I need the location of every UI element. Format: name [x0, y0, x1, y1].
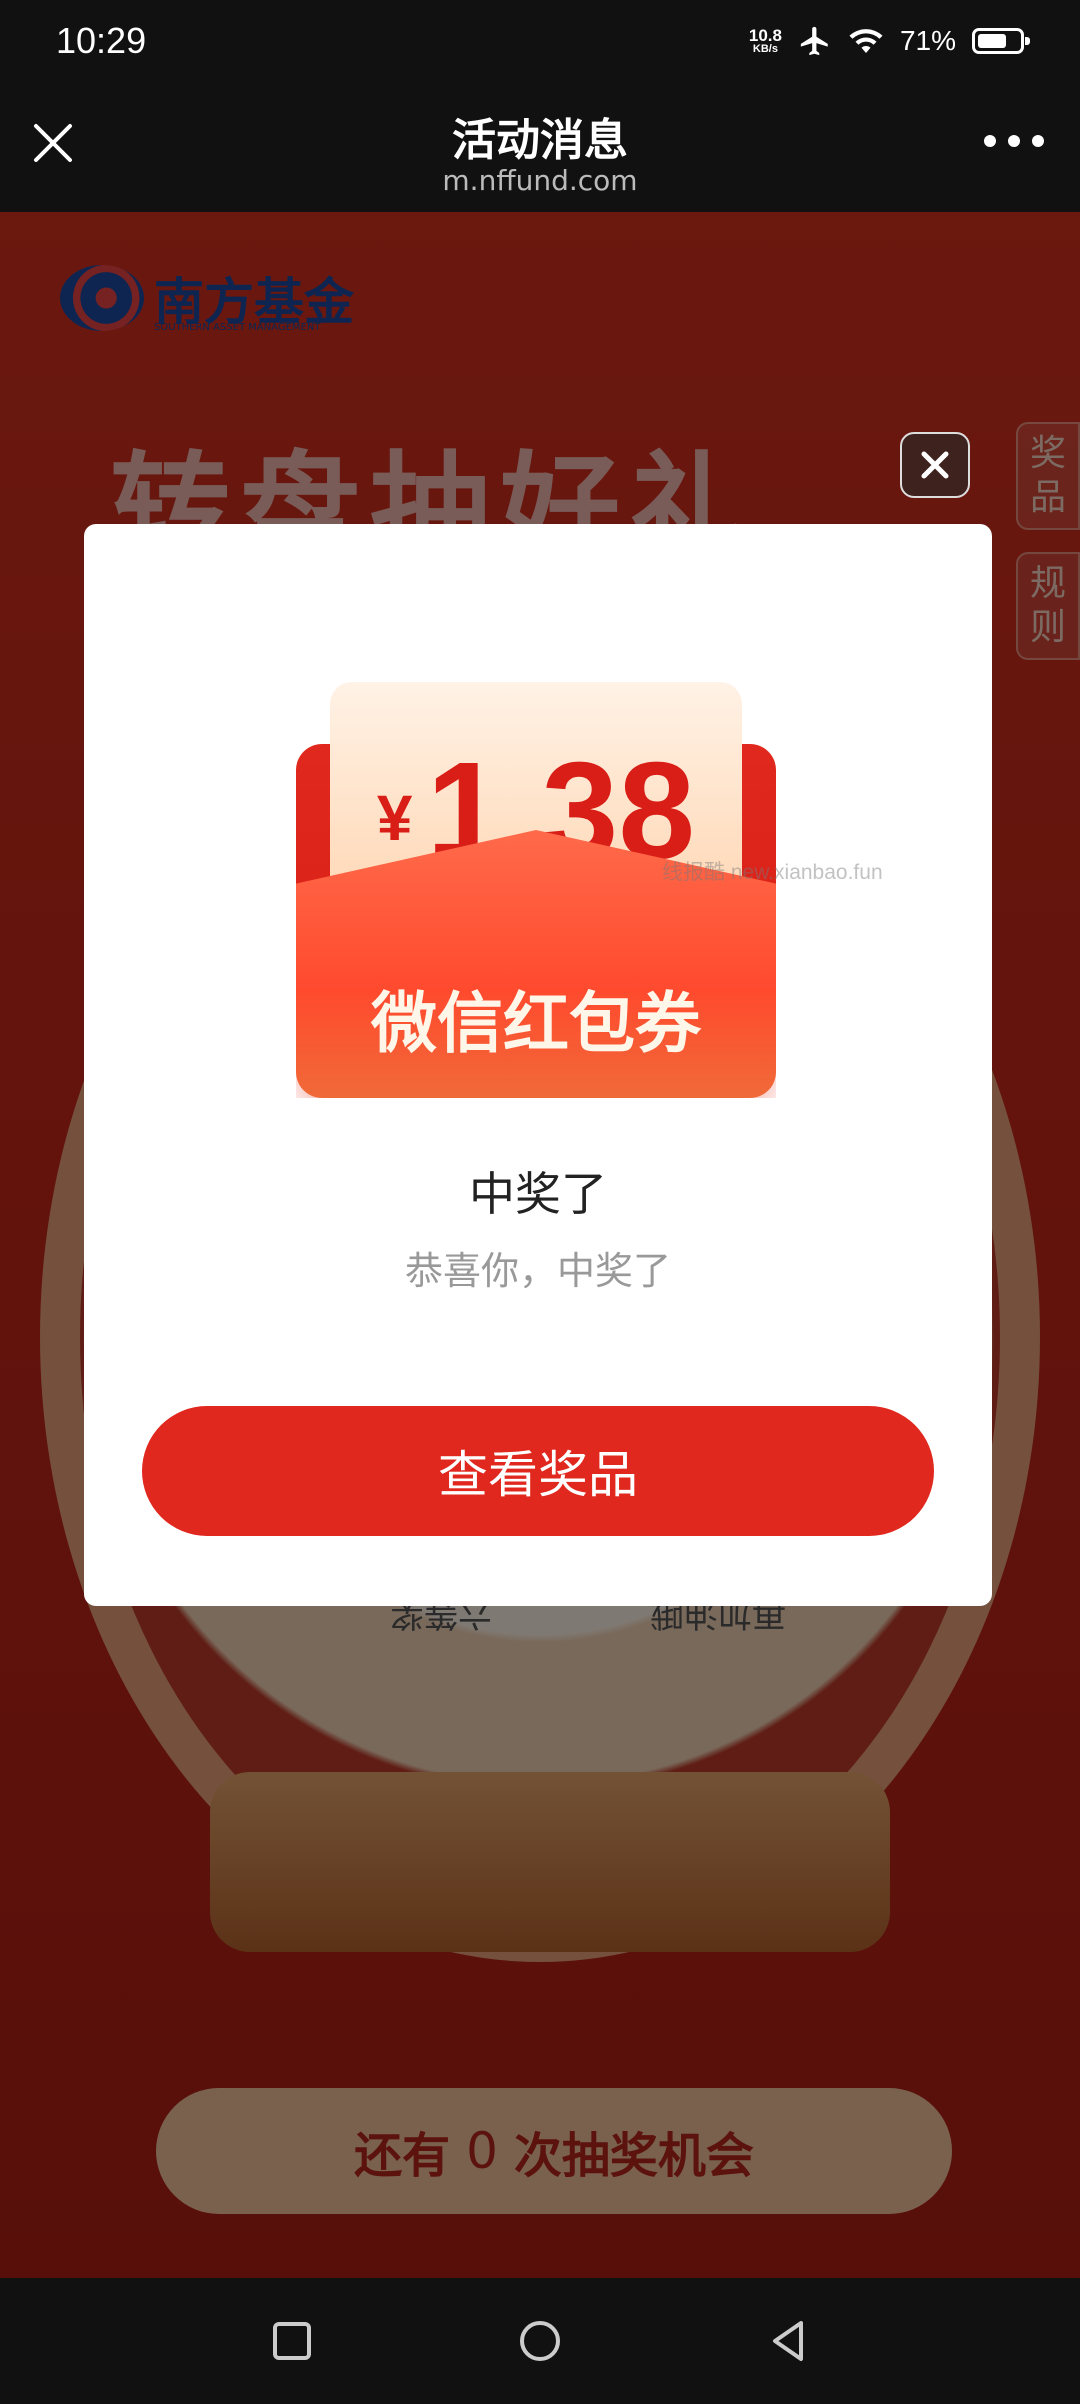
page-url: m.nffund.com	[442, 164, 638, 197]
modal-title: 中奖了	[469, 1167, 607, 1221]
back-triangle-icon	[773, 2321, 803, 2361]
home-button[interactable]	[516, 2317, 564, 2365]
prize-modal: ¥1.38 微信红包券 线报酷 new.xianbao.fun 中奖了 恭喜你，…	[84, 524, 992, 1606]
more-dot-icon	[984, 135, 996, 147]
network-speed-value: 10.8	[748, 26, 782, 45]
airplane-icon	[800, 26, 828, 56]
recents-button[interactable]	[268, 2317, 316, 2365]
status-bar: 10:29 10.8 KB/s 71%	[0, 0, 1080, 90]
back-button[interactable]	[764, 2317, 812, 2365]
close-icon	[921, 451, 949, 479]
coupon-label: 微信红包券	[371, 985, 701, 1062]
circle-icon	[520, 2321, 560, 2361]
battery-fill	[978, 34, 1006, 48]
status-time: 10:29	[56, 20, 147, 61]
network-speed-unit: KB/s	[752, 43, 778, 55]
more-options-button[interactable]	[984, 130, 1044, 152]
battery-percent: 71%	[899, 25, 956, 56]
wifi-icon	[849, 29, 883, 53]
more-dot-icon	[1008, 135, 1020, 147]
page-title: 活动消息	[452, 115, 628, 166]
watermark: 线报酷 new.xianbao.fun	[662, 861, 883, 884]
red-envelope-coupon: ¥1.38 微信红包券	[296, 680, 776, 1110]
square-icon	[273, 2322, 311, 2360]
browser-header: 活动消息 m.nffund.com	[0, 90, 1080, 212]
more-dot-icon	[1032, 135, 1044, 147]
battery-icon	[972, 28, 1030, 54]
network-speed: 10.8 KB/s	[749, 27, 782, 55]
modal-subtitle: 恭喜你，中奖了	[404, 1249, 671, 1293]
modal-close-button[interactable]	[900, 432, 970, 498]
status-icons: 10.8 KB/s 71%	[749, 24, 1030, 58]
system-nav-bar	[0, 2278, 1080, 2404]
currency-symbol: ¥	[376, 782, 413, 854]
view-prize-button[interactable]: 查看奖品	[142, 1406, 934, 1536]
